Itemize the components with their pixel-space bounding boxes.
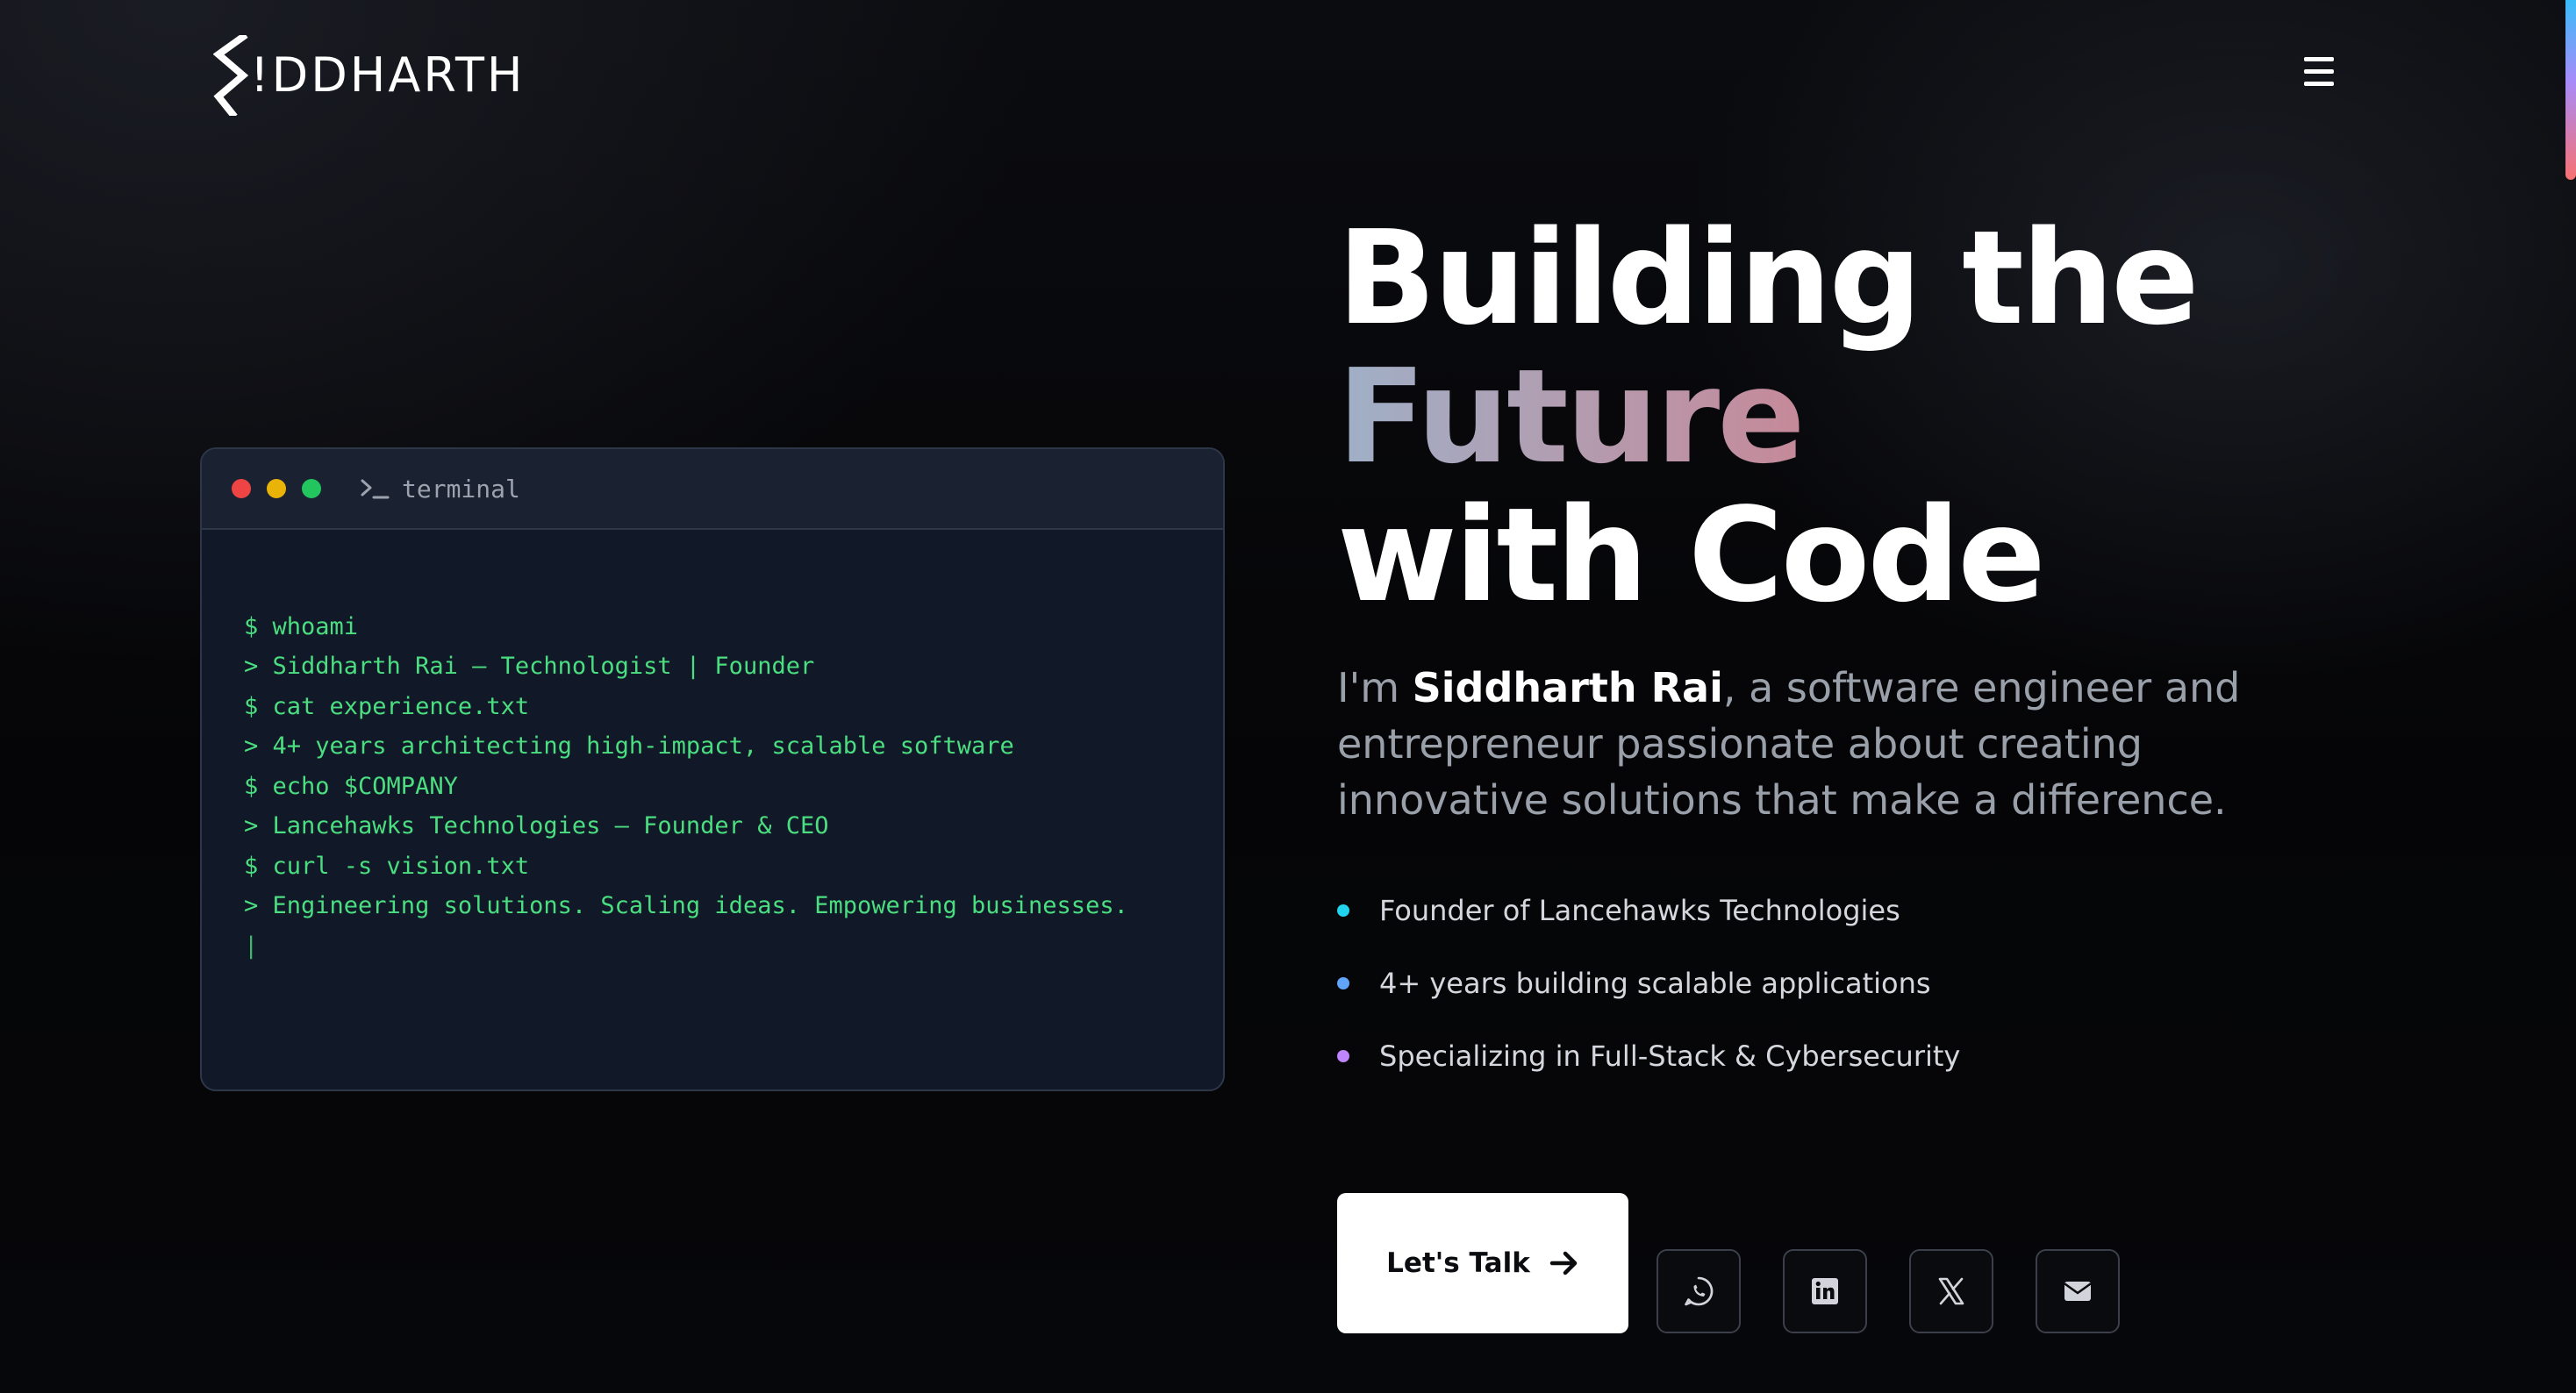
hero-title-line-3: with Code bbox=[1337, 480, 2046, 631]
bullet-dot-icon bbox=[1337, 904, 1349, 917]
minimize-dot-icon bbox=[267, 479, 286, 498]
whatsapp-button[interactable] bbox=[1657, 1249, 1741, 1333]
terminal-line: > 4+ years architecting high-impact, sca… bbox=[244, 732, 1014, 760]
hamburger-bar bbox=[2304, 68, 2334, 74]
terminal-line: > Lancehawks Technologies — Founder & CE… bbox=[244, 812, 829, 839]
highlight-item: 4+ years building scalable applications bbox=[1337, 959, 1960, 1008]
terminal-title: terminal bbox=[360, 475, 520, 504]
highlights-list: Founder of Lancehawks Technologies 4+ ye… bbox=[1337, 886, 1960, 1104]
email-button[interactable] bbox=[2036, 1249, 2120, 1333]
linkedin-button[interactable] bbox=[1783, 1249, 1867, 1333]
hero-title-highlight: Future bbox=[1337, 347, 2478, 486]
bullet-dot-icon bbox=[1337, 1050, 1349, 1062]
bullet-dot-icon bbox=[1337, 977, 1349, 989]
x-button[interactable] bbox=[1909, 1249, 1993, 1333]
terminal-line: $ cat experience.txt bbox=[244, 692, 530, 720]
whatsapp-icon bbox=[1685, 1276, 1714, 1306]
hero-title: Building the Future with Code bbox=[1337, 209, 2478, 625]
x-icon bbox=[1938, 1277, 1964, 1305]
scroll-indicator-thumb[interactable] bbox=[2565, 0, 2576, 180]
terminal-cursor: | bbox=[244, 932, 259, 960]
highlight-text: Specializing in Full-Stack & Cybersecuri… bbox=[1379, 1039, 1961, 1073]
terminal-prompt-icon bbox=[361, 479, 390, 499]
close-dot-icon bbox=[232, 479, 251, 498]
maximize-dot-icon bbox=[302, 479, 321, 498]
logo-text: !DDHARTH bbox=[250, 47, 526, 103]
terminal-output: $ whoami > Siddharth Rai — Technologist |… bbox=[202, 530, 1223, 1082]
terminal-line: > Siddharth Rai — Technologist | Founder bbox=[244, 653, 815, 680]
terminal-title-text: terminal bbox=[402, 474, 520, 504]
logo-s-mark-icon bbox=[213, 35, 248, 116]
linkedin-icon bbox=[1812, 1278, 1838, 1304]
hero-intro: I'm Siddharth Rai, a software engineer a… bbox=[1337, 660, 2355, 828]
highlight-text: Founder of Lancehawks Technologies bbox=[1379, 894, 1900, 927]
arrow-right-icon bbox=[1549, 1251, 1578, 1275]
terminal-window: terminal $ whoami > Siddharth Rai — Techn… bbox=[200, 447, 1225, 1091]
site-logo[interactable]: !DDHARTH bbox=[213, 35, 526, 116]
hero-title-line-1: Building the bbox=[1337, 203, 2200, 354]
intro-prefix: I'm bbox=[1337, 664, 1413, 711]
hamburger-menu-icon bbox=[2304, 56, 2334, 61]
lets-talk-label: Let's Talk bbox=[1386, 1247, 1530, 1279]
hamburger-bar bbox=[2304, 81, 2334, 86]
terminal-line: $ curl -s vision.txt bbox=[244, 852, 530, 880]
highlight-item: Specializing in Full-Stack & Cybersecuri… bbox=[1337, 1032, 1960, 1081]
highlight-text: 4+ years building scalable applications bbox=[1379, 967, 1931, 1000]
email-icon bbox=[2064, 1282, 2092, 1301]
scroll-indicator[interactable] bbox=[2565, 0, 2576, 1393]
hamburger-menu-button[interactable] bbox=[2288, 46, 2350, 96]
highlight-item: Founder of Lancehawks Technologies bbox=[1337, 886, 1960, 935]
intro-name: Siddharth Rai bbox=[1412, 664, 1723, 711]
social-links bbox=[1657, 1249, 2120, 1333]
lets-talk-button[interactable]: Let's Talk bbox=[1337, 1193, 1628, 1333]
terminal-line: $ whoami bbox=[244, 612, 359, 640]
terminal-line: > Engineering solutions. Scaling ideas. … bbox=[244, 892, 1128, 919]
terminal-title-bar: terminal bbox=[202, 449, 1223, 530]
terminal-line: $ echo $COMPANY bbox=[244, 772, 458, 800]
